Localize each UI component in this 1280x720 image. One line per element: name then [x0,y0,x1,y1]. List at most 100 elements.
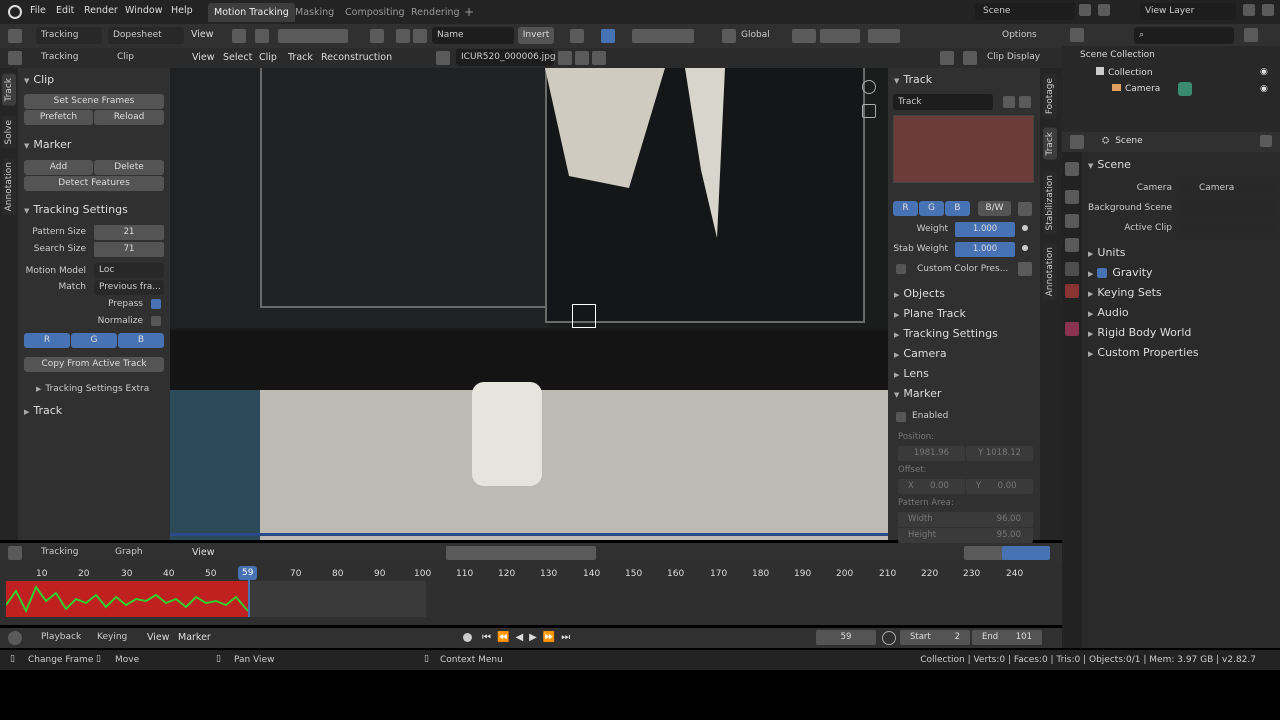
tracking-mode-dropdown[interactable]: Tracking [36,27,102,44]
clip-menu-view[interactable]: View [192,52,215,63]
pattern-height-field[interactable]: Height 95.00 [898,528,1033,543]
channel-g-toggle[interactable]: G [71,333,117,348]
transport-controls[interactable]: ⏮⏪◀▶⏩⏭ [482,632,576,643]
custom-color-checkbox[interactable] [896,264,906,274]
clip-browse-icon[interactable] [436,51,450,65]
position-y-field[interactable]: Y 1018.12 [966,446,1033,461]
pivot-icon[interactable] [570,29,584,43]
scene-properties-icon[interactable] [1065,262,1079,276]
units-section[interactable]: ▶ Units [1088,246,1126,259]
tab-track[interactable]: Track [2,74,16,106]
editor-type-icon[interactable] [8,29,22,43]
graph-filter-icons[interactable] [964,546,1004,560]
properties-editor-icon[interactable] [1070,135,1084,149]
track-sidebar-header[interactable]: ▼ Track [894,73,932,86]
outliner-camera[interactable]: Camera [1112,84,1160,94]
menu-render[interactable]: Render [84,5,118,16]
camera-visibility-eye-icon[interactable]: ◉ [1260,84,1268,94]
scene-panel-header[interactable]: ▼ Scene [1088,158,1131,171]
invert-button[interactable]: Invert [518,27,554,44]
unlink-clip-icon[interactable] [592,51,606,65]
copy-from-active-track-button[interactable]: Copy From Active Track [24,357,164,372]
rigid-body-world-section[interactable]: ▶ Rigid Body World [1088,326,1191,339]
tab-motion-tracking[interactable]: Motion Tracking [208,3,295,22]
graph-display-toggles[interactable] [1002,546,1050,560]
clip-menu-track[interactable]: Track [288,52,313,63]
plane-track-section[interactable]: ▶ Plane Track [894,307,966,320]
pattern-size-field[interactable]: 21 [94,225,164,240]
clip-display-icon[interactable] [963,51,977,65]
graph-menu-view[interactable]: View [192,547,215,558]
clip-menu-clip[interactable]: Clip [259,52,277,63]
fake-user-icon[interactable] [558,51,572,65]
audio-section[interactable]: ▶ Audio [1088,306,1129,319]
custom-color-preset-dropdown[interactable]: Custom Color Pres... [912,261,1016,277]
view-layer-selector[interactable]: View Layer [1140,3,1236,20]
weight-keyframe-icon[interactable] [1022,225,1028,231]
outliner-scene-collection[interactable]: Scene Collection [1080,50,1155,60]
start-frame-field[interactable]: Start 2 [900,630,970,645]
track-step-icons[interactable] [278,29,348,43]
clip-display-dropdown[interactable]: Clip Display [982,49,1052,66]
detect-features-button[interactable]: Detect Features [24,176,164,191]
clip-viewport[interactable] [170,68,888,540]
clip-filename-field[interactable]: ICUR520_000006.jpg [456,49,556,66]
lock-selection-icon[interactable] [940,51,954,65]
filter-icon[interactable] [1244,28,1258,42]
tab-track-sidebar[interactable]: Track [1043,128,1057,160]
keying-sets-section[interactable]: ▶ Keying Sets [1088,286,1162,299]
gravity-checkbox[interactable] [1097,268,1108,278]
position-x-field[interactable]: 1981.96 [898,446,965,461]
zoom-icon[interactable] [862,80,876,94]
output-properties-icon[interactable] [1065,214,1079,228]
menu-window[interactable]: Window [125,5,162,16]
search-size-field[interactable]: 71 [94,242,164,257]
select-tool-icon[interactable] [396,29,410,43]
pan-hand-icon[interactable] [862,104,876,118]
proportional-edit-icon[interactable] [820,29,860,43]
tool-icon-2[interactable] [255,29,269,43]
new-view-layer-icon[interactable] [1243,4,1255,16]
clip-menu-reconstruction[interactable]: Reconstruction [321,52,392,63]
pattern-width-field[interactable]: Width 96.00 [898,512,1033,527]
tab-compositing[interactable]: Compositing [339,3,411,22]
marker-section[interactable]: ▼ Marker [894,387,941,400]
playback-dropdown[interactable]: Playback [36,629,92,646]
selection-mode-icons[interactable] [632,29,694,43]
match-dropdown[interactable]: Previous fra... [94,280,164,295]
timeline-menu-view[interactable]: View [147,632,170,643]
gravity-section[interactable]: ▶ Gravity [1088,266,1153,279]
reload-button[interactable]: Reload [94,110,164,125]
delete-scene-icon[interactable] [1098,4,1110,16]
track-display-icon[interactable] [1018,202,1032,216]
scene-selector[interactable]: Scene [975,3,1075,20]
preview-range-icon[interactable] [882,631,896,645]
menu-file[interactable]: File [30,5,46,16]
collection-visibility-eye-icon[interactable]: ◉ [1260,67,1268,77]
add-workspace-button[interactable]: + [458,3,480,22]
track-b-toggle[interactable]: B [945,201,970,216]
menu-view[interactable]: View [191,29,214,40]
view-layer-properties-icon[interactable] [1065,238,1079,252]
outliner-editor-icon[interactable] [1070,28,1084,42]
extra-tools-icon[interactable] [868,29,900,43]
clip-menu-select[interactable]: Select [223,52,252,63]
stab-weight-slider[interactable]: 1.000 [955,242,1015,257]
current-frame-field[interactable]: 59 [816,630,876,645]
name-filter-dropdown[interactable]: Name [432,27,514,44]
select-box-icon[interactable] [601,29,615,43]
snap-icon[interactable] [792,29,816,43]
hide-track-eye-icon[interactable] [1003,96,1015,108]
new-scene-icon[interactable] [1079,4,1091,16]
tab-solve[interactable]: Solve [2,116,16,149]
graph-editor-type-icon[interactable] [8,546,22,560]
end-frame-field[interactable]: End 101 [972,630,1042,645]
tab-annotation[interactable]: Annotation [2,158,16,216]
ghost-icon[interactable] [413,29,427,43]
options-dropdown[interactable]: Options [997,27,1050,44]
channel-r-toggle[interactable]: R [24,333,70,348]
objects-section[interactable]: ▶ Objects [894,287,945,300]
channel-b-toggle[interactable]: B [118,333,164,348]
offset-y-field[interactable]: Y 0.00 [966,479,1033,494]
render-properties-icon[interactable] [1065,190,1079,204]
